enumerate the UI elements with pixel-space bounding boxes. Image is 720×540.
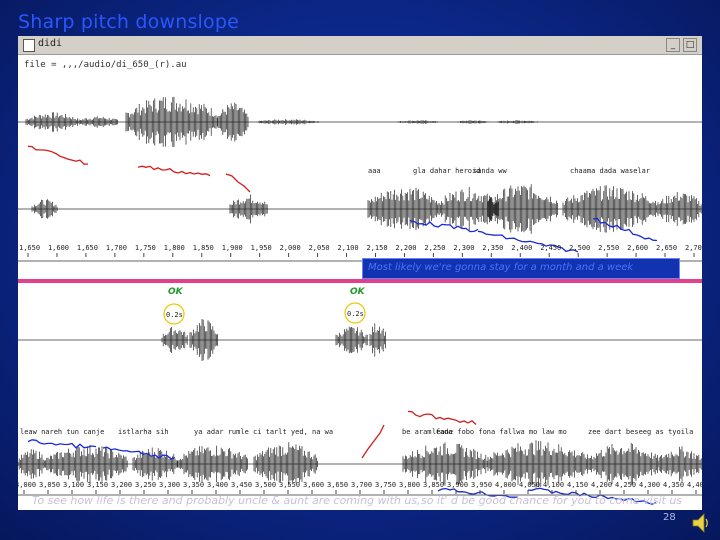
bottom-time-ticks: 3,0003,0503,1003,1503,2003,2503,3003,350…: [18, 481, 702, 494]
top-word-label: chaama dada waselar: [570, 167, 650, 175]
bottom-time-label: 4,200: [591, 481, 612, 489]
top-pitch-red-3: [225, 173, 251, 193]
page-number: 28: [663, 512, 676, 523]
bottom-time-label: 4,250: [615, 481, 636, 489]
top-time-label: 2,100: [338, 244, 359, 252]
caption-top-text: Most likely we're gonna stay for a month…: [368, 262, 634, 273]
top-word-labels: aaa gla dahar heroidsanda ww chaama dada w…: [368, 167, 650, 175]
bottom-time-label: 4,300: [639, 481, 660, 489]
bottom-time-label: 3,750: [375, 481, 396, 489]
bottom-time-label: 3,200: [111, 481, 132, 489]
bottom-time-label: 3,500: [255, 481, 276, 489]
top-time-label: 1,800: [164, 244, 185, 252]
bottom-word-label: ya adar rumle ci tarlt yed, na wa: [194, 428, 333, 436]
top-waveform-lower: [18, 184, 702, 234]
bottom-time-label: 4,000: [495, 481, 516, 489]
top-time-label: 1,900: [222, 244, 243, 252]
bottom-time-label: 3,550: [279, 481, 300, 489]
top-time-label: 1,600: [48, 244, 69, 252]
bottom-time-label: 3,050: [39, 481, 60, 489]
top-time-label: 2,150: [366, 244, 387, 252]
bottom-pitch-blue-1: [27, 439, 97, 449]
slide-title: Sharp pitch downslope: [18, 11, 239, 33]
top-analysis-panel: 1,650 1,600 1,650 1,700 1,750 1,800 1,850 1,900…: [18, 96, 702, 262]
top-time-label: 1,650: [77, 244, 98, 252]
bottom-mark-2: 0.2s: [347, 310, 364, 318]
bottom-word-labels: leaw nareh tun canje istlarha sih ya adar …: [20, 428, 693, 436]
top-time-label: 1,950: [251, 244, 272, 252]
bottom-time-label: 4,150: [567, 481, 588, 489]
bottom-time-label: 3,250: [135, 481, 156, 489]
top-time-label: 2,300: [453, 244, 474, 252]
top-time-label: 2,650: [656, 244, 677, 252]
bottom-time-label: 3,450: [231, 481, 252, 489]
top-word-label: sanda ww: [473, 167, 508, 175]
bottom-word-label: leaw nareh tun canje: [20, 428, 104, 436]
bottom-analysis-panel: 0.2s 0.2s 3,0003,0503,1003,1503,2003,250…: [18, 302, 702, 505]
top-time-label: 2,350: [482, 244, 503, 252]
bottom-time-label: 4,100: [543, 481, 564, 489]
top-pitch-red-1: [27, 145, 89, 165]
bottom-word-label: istlarha sih: [118, 428, 169, 436]
top-time-label: 2,700: [685, 244, 702, 252]
bottom-time-label: 4,350: [663, 481, 684, 489]
bottom-time-label: 3,350: [183, 481, 204, 489]
bottom-time-label: 3,650: [327, 481, 348, 489]
top-pitch-blue-3: [592, 217, 658, 242]
top-time-label: 2,050: [309, 244, 330, 252]
top-pitch-contours: [27, 145, 658, 253]
top-time-label: 2,600: [627, 244, 648, 252]
bottom-time-label: 3,000: [18, 481, 36, 489]
bottom-waveform-upper: [18, 319, 702, 361]
caption-top-box: Most likely we're gonna stay for a month…: [362, 258, 680, 279]
top-time-label: 2,550: [598, 244, 619, 252]
top-time-label: 1,750: [135, 244, 156, 252]
bottom-time-label: 3,850: [423, 481, 444, 489]
top-word-label: aaa: [368, 167, 381, 175]
top-time-ticks: 1,650 1,600 1,650 1,700 1,750 1,800 1,850 1,900…: [19, 244, 702, 257]
bottom-time-label: 3,400: [207, 481, 228, 489]
caption-bottom-left: To see how life is there and probably un…: [32, 494, 421, 507]
bottom-pitch-red-1: [361, 424, 385, 459]
bottom-time-label: 4,400: [687, 481, 702, 489]
top-time-label: 2,250: [424, 244, 445, 252]
top-word-label: gla dahar heroid: [413, 167, 480, 175]
praat-window: didi _ □ file = ,,,/audio/di_650_(r).au …: [18, 36, 702, 510]
bottom-time-label: 3,300: [159, 481, 180, 489]
bottom-time-label: 4,050: [519, 481, 540, 489]
bottom-time-label: 3,950: [471, 481, 492, 489]
caption-bottom-right: so it' d be good chance for you to come …: [421, 494, 683, 507]
bottom-pitch-red-2: [407, 410, 477, 425]
bottom-word-label: zee dart beseeg as tyoila: [588, 428, 693, 436]
top-pitch-blue-1: [409, 219, 479, 233]
bottom-mark-1: 0.2s: [166, 311, 183, 319]
bottom-time-label: 3,700: [351, 481, 372, 489]
speaker-icon[interactable]: [691, 512, 709, 534]
bottom-time-label: 3,800: [399, 481, 420, 489]
top-time-label: 1,850: [193, 244, 214, 252]
top-time-label: 2,200: [395, 244, 416, 252]
bottom-word-label: leane fobo fona fallwa mo law mo: [432, 428, 567, 436]
top-waveform-upper: [18, 96, 702, 148]
top-time-label: 2,500: [569, 244, 590, 252]
bottom-time-label: 3,900: [447, 481, 468, 489]
bottom-pitch-contours: [27, 410, 657, 505]
top-time-label: 2,400: [511, 244, 532, 252]
bottom-time-label: 3,600: [303, 481, 324, 489]
top-time-label: 2,450: [540, 244, 561, 252]
top-time-label: 1,650: [19, 244, 40, 252]
bottom-time-label: 3,150: [87, 481, 108, 489]
top-time-label: 1,700: [106, 244, 127, 252]
top-pitch-red-2: [137, 165, 211, 177]
bottom-time-label: 3,100: [63, 481, 84, 489]
top-time-label: 2,000: [280, 244, 301, 252]
